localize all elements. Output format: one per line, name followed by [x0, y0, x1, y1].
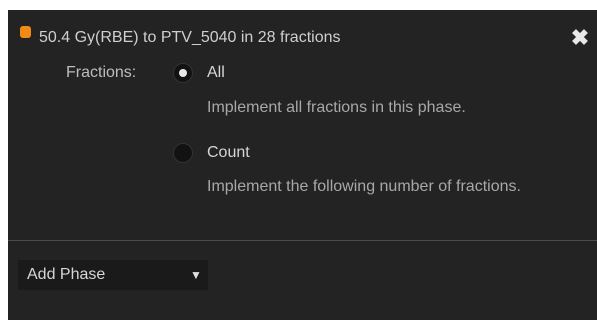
add-phase-dropdown[interactable]: Add Phase ▼ — [18, 260, 208, 290]
fractions-all-description: Implement all fractions in this phase. — [207, 99, 466, 116]
fractions-all-radio[interactable] — [173, 63, 193, 83]
fractions-count-radio[interactable] — [173, 143, 193, 163]
fractions-count-description: Implement the following number of fracti… — [207, 178, 521, 195]
chevron-down-icon: ▼ — [190, 268, 202, 282]
close-button[interactable]: ✖ — [570, 26, 590, 50]
fractions-all-label[interactable]: All — [207, 62, 225, 84]
fractions-label: Fractions: — [66, 64, 137, 81]
close-icon[interactable]: ✖ — [571, 25, 589, 50]
panel-divider — [8, 240, 597, 241]
phase-color-marker — [20, 26, 31, 38]
phase-title: 50.4 Gy(RBE) to PTV_5040 in 28 fractions — [39, 29, 341, 46]
add-phase-label: Add Phase — [27, 266, 106, 283]
fractions-count-label[interactable]: Count — [207, 142, 250, 164]
phase-panel: 50.4 Gy(RBE) to PTV_5040 in 28 fractions… — [8, 10, 597, 320]
